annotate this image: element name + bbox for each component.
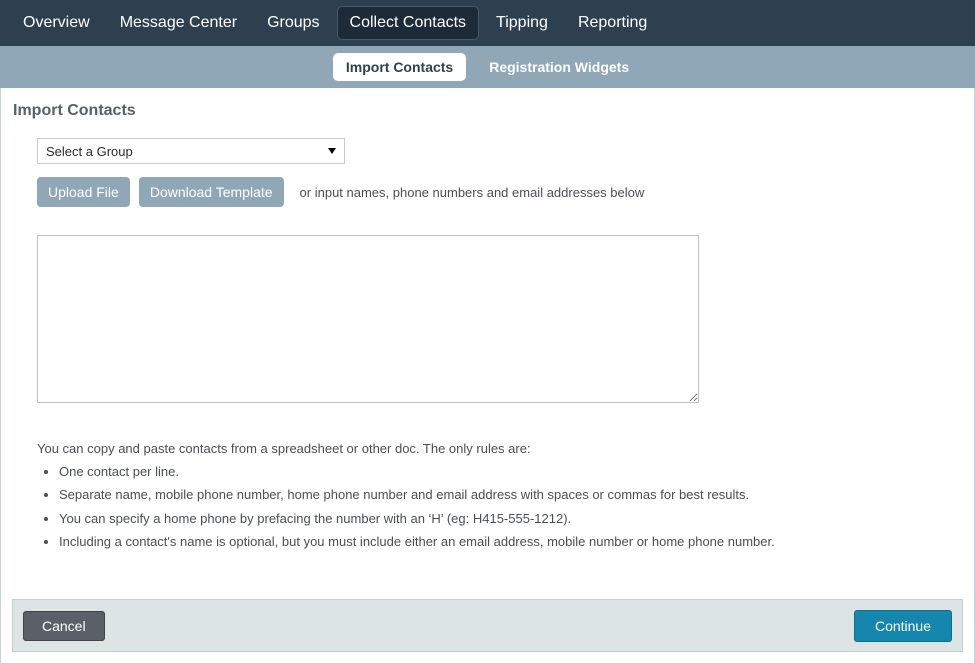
download-template-button[interactable]: Download Template	[138, 177, 284, 208]
nav-item-groups[interactable]: Groups	[254, 6, 332, 39]
contacts-input[interactable]	[37, 235, 699, 404]
page-container: Import Contacts Select a Group Upload Fi…	[0, 88, 975, 664]
secondary-navigation: Import Contacts Registration Widgets	[0, 46, 975, 88]
nav-item-collect-contacts[interactable]: Collect Contacts	[336, 6, 480, 40]
instructions-list: One contact per line. Separate name, mob…	[37, 464, 974, 550]
list-item: Separate name, mobile phone number, home…	[59, 487, 974, 503]
nav-item-overview[interactable]: Overview	[10, 6, 103, 39]
nav-item-tipping[interactable]: Tipping	[483, 6, 561, 39]
nav-item-message-center[interactable]: Message Center	[107, 6, 250, 39]
list-item: Including a contact's name is optional, …	[59, 534, 974, 550]
list-item: You can specify a home phone by prefacin…	[59, 511, 974, 527]
group-select[interactable]: Select a Group	[37, 138, 345, 164]
continue-button[interactable]: Continue	[853, 609, 952, 642]
cancel-button[interactable]: Cancel	[23, 610, 105, 641]
subnav-item-import-contacts[interactable]: Import Contacts	[332, 52, 467, 82]
upload-hint-text: or input names, phone numbers and email …	[299, 184, 645, 200]
page-body: Import Contacts Select a Group Upload Fi…	[1, 88, 974, 550]
instructions-block: You can copy and paste contacts from a s…	[37, 441, 974, 550]
instructions-intro: You can copy and paste contacts from a s…	[37, 441, 531, 457]
primary-navigation: Overview Message Center Groups Collect C…	[0, 0, 975, 46]
group-select-wrapper: Select a Group	[37, 138, 345, 164]
page-title: Import Contacts	[13, 102, 136, 119]
footer-action-bar: Cancel Continue	[12, 599, 963, 652]
upload-actions-row: Upload File Download Template or input n…	[37, 177, 974, 208]
subnav-item-registration-widgets[interactable]: Registration Widgets	[476, 53, 642, 82]
list-item: One contact per line.	[59, 464, 974, 480]
nav-item-reporting[interactable]: Reporting	[565, 6, 660, 39]
upload-file-button[interactable]: Upload File	[37, 177, 130, 208]
group-select-value: Select a Group	[46, 143, 133, 159]
